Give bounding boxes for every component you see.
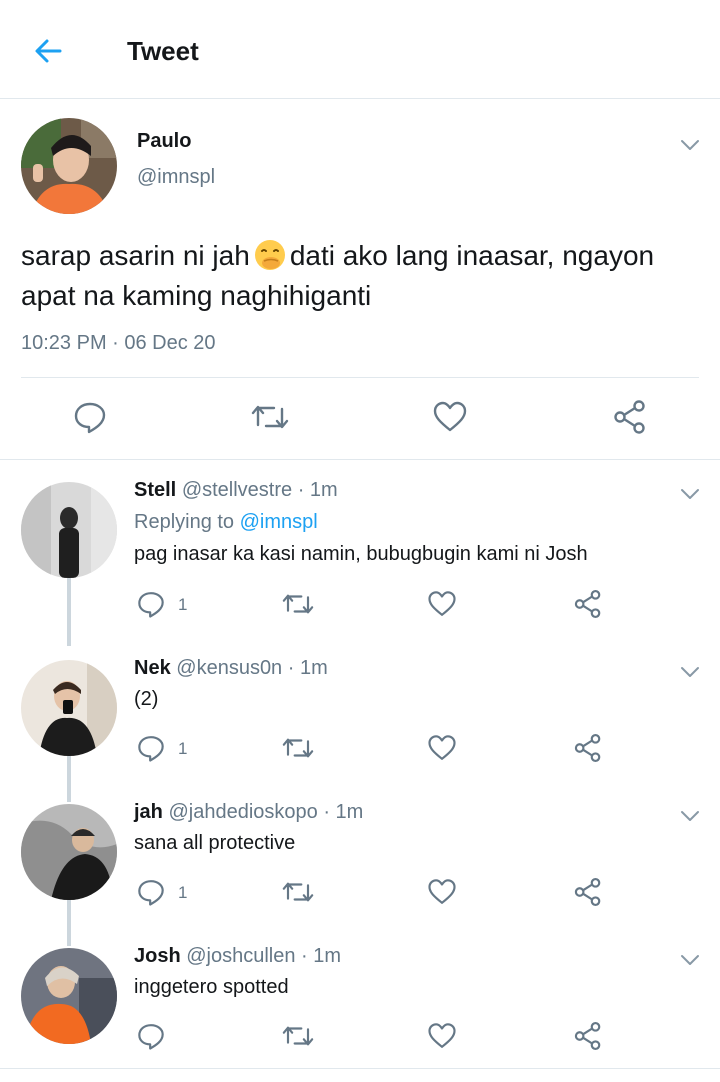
share-button[interactable] [573,877,603,907]
reply-author-meta: @stellvestre · 1m [181,479,338,501]
tweet-text-part-1: sarap asarin ni jah [21,240,250,271]
share-button[interactable] [573,1021,603,1051]
share-button[interactable] [573,589,603,619]
chevron-down-icon [681,140,699,150]
reply-button[interactable] [136,877,166,907]
comment-icon [138,592,164,618]
author-name[interactable]: Paulo [137,130,191,153]
divider [0,1068,720,1069]
reply-author-line[interactable]: Stell @stellvestre · 1m [134,479,338,502]
thread-connector [67,900,71,946]
share-icon [614,400,645,434]
reply-text: (2) [134,688,159,710]
reply-author-meta: @joshcullen · 1m [186,945,342,967]
reply-author-line[interactable]: Nek @kensus0n · 1m [134,657,328,680]
reply-author-name[interactable]: Nek [134,657,171,679]
heart-icon [428,879,456,904]
share-icon [574,878,601,906]
reply-text: pag inasar ka kasi namin, bubugbugin kam… [134,543,588,565]
reply-count: 1 [178,595,188,614]
reply-button[interactable] [136,589,166,619]
tweet-text: sarap asarin ni jah dati ako lang inaasa… [21,236,701,316]
avatar-josh[interactable] [21,948,117,1044]
back-button[interactable] [30,33,66,69]
reply-button[interactable] [72,399,108,435]
comment-icon [74,402,106,434]
comment-icon [138,880,164,906]
reply-button[interactable] [136,1021,166,1051]
reply-text: sana all protective [134,832,296,854]
like-button[interactable] [427,733,457,763]
arrow-left-icon [35,39,62,63]
reply-author-line[interactable]: jah @jahdedioskopo · 1m [134,801,363,824]
hand-over-mouth-emoji-icon [254,239,286,271]
retweet-icon [282,594,314,614]
like-button[interactable] [427,877,457,907]
thread-connector [67,578,71,646]
thread-connector [67,756,71,802]
tweet-menu-button[interactable] [678,482,702,506]
avatar-jah[interactable] [21,804,117,900]
retweet-button[interactable] [281,589,315,619]
replying-to-label: Replying to [134,511,235,533]
reply-author-line[interactable]: Josh @joshcullen · 1m [134,945,341,968]
avatar-stell[interactable] [21,482,117,578]
share-icon [574,734,601,762]
like-button[interactable] [432,399,468,435]
reply-text: inggetero spotted [134,976,289,998]
comment-icon [138,1024,164,1050]
share-icon [574,590,601,618]
replying-to-mention[interactable]: @imnspl [240,511,318,533]
reply-author-meta: @jahdedioskopo · 1m [168,801,364,823]
retweet-icon [282,1026,314,1046]
chevron-down-icon [681,811,699,821]
heart-icon [428,591,456,616]
retweet-button[interactable] [281,1021,315,1051]
reply-author-name[interactable]: Josh [134,945,181,967]
reply-author-meta: @kensus0n · 1m [176,657,328,679]
share-icon [574,1021,601,1050]
chevron-down-icon [681,955,699,965]
retweet-icon [251,405,289,429]
tweet-timestamp[interactable]: 10:23 PM · 06 Dec 20 [21,332,216,355]
tweet-menu-button[interactable] [678,133,702,157]
reply-button[interactable] [136,733,166,763]
retweet-icon [282,738,314,758]
reply-author-name[interactable]: jah [134,801,163,823]
reply-count: 1 [178,739,188,758]
comment-icon [138,736,164,762]
divider [21,377,699,378]
heart-icon [428,735,456,760]
heart-icon [433,401,467,432]
share-button[interactable] [612,399,648,435]
like-button[interactable] [427,589,457,619]
avatar-nek[interactable] [21,660,117,756]
avatar-paulo[interactable] [21,118,117,214]
author-handle[interactable]: @imnspl [137,166,215,189]
chevron-down-icon [681,667,699,677]
retweet-button[interactable] [281,733,315,763]
retweet-button[interactable] [250,399,290,435]
share-button[interactable] [573,733,603,763]
reply-author-name[interactable]: Stell [134,479,176,501]
heart-icon [428,1023,456,1048]
replying-to-line: Replying to @imnspl [134,511,318,534]
chevron-down-icon [681,489,699,499]
tweet-menu-button[interactable] [678,660,702,684]
reply-count: 1 [178,883,188,902]
like-button[interactable] [427,1021,457,1051]
page-title: Tweet [127,36,199,66]
retweet-icon [282,882,314,902]
tweet-menu-button[interactable] [678,948,702,972]
top-bar: Tweet [0,0,720,99]
retweet-button[interactable] [281,877,315,907]
tweet-menu-button[interactable] [678,804,702,828]
